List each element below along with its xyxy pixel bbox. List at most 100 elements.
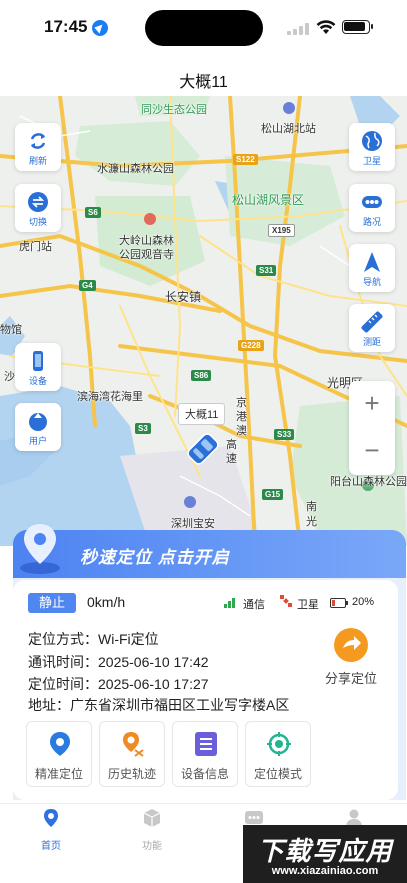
- nav-bar: 大概11: [0, 58, 407, 96]
- traffic-button[interactable]: 路况: [349, 184, 395, 232]
- watermark: 下载写应用 www.xiazainiao.com: [243, 825, 407, 883]
- tab-home[interactable]: 首页: [31, 808, 71, 852]
- road-shield: S86: [191, 370, 212, 381]
- map-label-jinggang-3: 澳: [236, 425, 247, 437]
- refresh-label: 刷新: [28, 156, 47, 166]
- ruler-icon: [361, 311, 383, 333]
- battery-level-icon: [330, 598, 348, 608]
- satellite-label: 卫星: [362, 156, 381, 166]
- map-label-jinggang-5: 速: [226, 453, 237, 465]
- device-button[interactable]: 设备: [15, 343, 61, 391]
- page-title: 大概11: [179, 74, 228, 91]
- zoom-in-button[interactable]: +: [349, 390, 395, 416]
- map-label-tongsha: 同沙生态公园: [141, 104, 207, 116]
- share-arrow-icon: [334, 628, 368, 662]
- refresh-icon: [30, 133, 46, 149]
- comm-label: 通信: [243, 599, 265, 611]
- tab-label: 首页: [41, 841, 61, 852]
- swap-icon: [28, 192, 48, 212]
- status-badge: 静止: [28, 593, 76, 613]
- home-pin-icon: [44, 809, 58, 827]
- switch-button[interactable]: 切换: [15, 184, 61, 232]
- track-icon: [123, 732, 144, 757]
- map-label-humen: 虎门站: [19, 241, 52, 253]
- user-button[interactable]: 用户: [15, 403, 61, 451]
- comm-time: 通讯时间：2025-06-10 17:42: [28, 654, 209, 670]
- box-icon: [143, 809, 161, 827]
- traffic-label: 路况: [362, 217, 381, 227]
- device-label: 设备: [28, 376, 47, 386]
- location-pin-icon: [50, 732, 70, 756]
- share-label: 分享定位: [324, 671, 377, 686]
- speed-value: 0km/h: [87, 594, 126, 610]
- switch-label: 切换: [28, 217, 47, 227]
- measure-button[interactable]: 测距: [349, 304, 395, 352]
- map-label-songshan-station: 松山湖北站: [261, 123, 316, 135]
- road-shield: S31: [256, 265, 277, 276]
- tab-label: 功能: [142, 841, 162, 852]
- location-arrow-icon: [92, 20, 108, 36]
- globe-icon: [362, 131, 382, 151]
- location-method: 定位方式：Wi-Fi定位: [28, 631, 159, 647]
- road-shield: G228: [238, 340, 264, 351]
- feature-precise-location[interactable]: 精准定位: [26, 721, 92, 787]
- satellite-icon: [280, 595, 292, 607]
- map-label-shuilian: 水濂山森林公园: [97, 163, 174, 175]
- watermark-url: www.xiazainiao.com: [271, 865, 379, 877]
- traffic-icon: [362, 196, 382, 208]
- feature-device-info[interactable]: 设备信息: [172, 721, 238, 787]
- road-shield: G4: [79, 280, 96, 291]
- address: 地址：广东省深圳市福田区工业写字楼A区: [28, 697, 290, 713]
- feature-location-mode[interactable]: 定位模式: [245, 721, 311, 787]
- share-location-button[interactable]: 分享定位: [318, 628, 384, 687]
- map-label-museum: 物馆: [0, 324, 22, 336]
- map-label-daling2: 公园观音寺: [119, 249, 174, 261]
- measure-label: 测距: [362, 337, 381, 347]
- car-name-label: 大概11: [178, 403, 226, 425]
- navigation-icon: [364, 252, 380, 272]
- satellite-label: 卫星: [297, 599, 319, 611]
- app-screen: 17:45 大概11 同沙生态公园 松山湖北站 水濂山森林公园 松山湖风景区 大…: [0, 0, 407, 883]
- promo-text[interactable]: 秒速定位 点击开启: [80, 543, 230, 568]
- tab-functions[interactable]: 功能: [132, 808, 172, 852]
- road-shield: X195: [268, 224, 295, 237]
- map-view[interactable]: 同沙生态公园 松山湖北站 水濂山森林公园 松山湖风景区 大岭山森林 公园观音寺 …: [0, 96, 407, 546]
- map-label-songshanhu: 松山湖风景区: [232, 193, 305, 207]
- map-label-airport: 深圳宝安: [171, 518, 215, 530]
- signal-bars-icon: [224, 598, 235, 608]
- feature-history-track[interactable]: 历史轨迹: [99, 721, 165, 787]
- road-shield: S6: [85, 207, 101, 218]
- location-time: 定位时间：2025-06-10 17:27: [28, 676, 209, 692]
- wifi-icon: [316, 20, 336, 34]
- road-shield: S33: [274, 429, 295, 440]
- road-shield: S122: [233, 154, 258, 165]
- refresh-button[interactable]: 刷新: [15, 123, 61, 171]
- battery-value: 20%: [352, 596, 375, 608]
- feature-label: 精准定位: [34, 767, 83, 781]
- user-icon: [29, 413, 47, 431]
- feature-label: 定位模式: [253, 767, 302, 781]
- list-icon: [195, 732, 217, 756]
- feature-label: 设备信息: [180, 767, 229, 781]
- map-label-guang: 光: [306, 516, 317, 528]
- cellular-signal-icon: [287, 23, 309, 35]
- watermark-title: 下载写应用: [257, 836, 393, 866]
- feature-label: 历史轨迹: [107, 767, 156, 781]
- dynamic-island: [145, 10, 263, 46]
- zoom-out-button[interactable]: −: [349, 437, 395, 463]
- battery-icon: [342, 20, 373, 34]
- target-icon: [267, 732, 291, 756]
- zoom-control: + −: [349, 381, 395, 475]
- map-label-sha: 沙: [4, 371, 15, 383]
- satellite-button[interactable]: 卫星: [349, 123, 395, 171]
- map-label-changan: 长安镇: [165, 290, 202, 304]
- road-shield: S3: [135, 423, 151, 434]
- status-bar: 17:45: [0, 0, 407, 58]
- road-shield: G15: [262, 489, 284, 500]
- device-icon: [33, 351, 43, 371]
- navigation-label: 导航: [362, 277, 381, 287]
- status-time: 17:45: [44, 17, 88, 36]
- map-label-bay: 滨海湾花海里: [77, 391, 143, 403]
- map-label-nan: 南: [306, 501, 317, 513]
- navigation-button[interactable]: 导航: [349, 244, 395, 292]
